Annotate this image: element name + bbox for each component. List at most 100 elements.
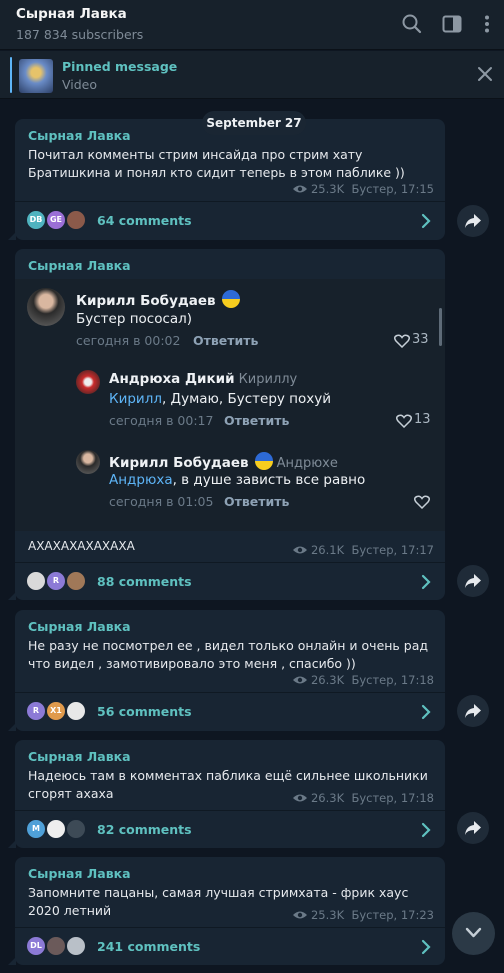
comments-button[interactable]: M 82 comments bbox=[15, 811, 445, 849]
channel-post: Сырная Лавка Запомните пацаны, самая луч… bbox=[8, 857, 445, 966]
comment-author[interactable]: Кирилл Бобудаев Андрюхе bbox=[109, 452, 338, 471]
views-count: 26.3K bbox=[310, 673, 345, 687]
like-count: 33 bbox=[412, 332, 429, 347]
comment-avatar[interactable] bbox=[76, 450, 100, 474]
heart-icon[interactable] bbox=[394, 334, 410, 348]
mention-link[interactable]: Кирилл bbox=[109, 391, 162, 407]
commenter-avatar bbox=[45, 935, 67, 957]
chat-header: Сырная Лавка 187 834 subscribers bbox=[0, 0, 504, 50]
commenter-avatar: R bbox=[25, 700, 47, 722]
comment-author[interactable]: Кирилл Бобудаев bbox=[76, 290, 240, 309]
embedded-comments: Кирилл Бобудаев Бустер пососал) сегодня … bbox=[15, 279, 445, 531]
search-icon[interactable] bbox=[401, 13, 423, 35]
post-meta: 26.1K Бустер, 17:17 bbox=[292, 543, 434, 557]
scroll-to-bottom-button[interactable] bbox=[452, 912, 495, 955]
commenter-avatar bbox=[65, 700, 87, 722]
share-button[interactable] bbox=[457, 565, 489, 597]
views-count: 26.3K bbox=[310, 791, 345, 805]
post-sender[interactable]: Сырная Лавка bbox=[28, 619, 131, 634]
comments-count: 88 comments bbox=[97, 574, 192, 589]
comment-author[interactable]: Андрюха Дикий Кириллу bbox=[109, 371, 297, 387]
commenter-avatar: R bbox=[45, 570, 67, 592]
reply-button[interactable]: Ответить bbox=[224, 494, 289, 509]
comments-count: 82 comments bbox=[97, 822, 192, 837]
chevron-right-icon bbox=[421, 939, 431, 955]
comments-button[interactable]: DB GE 64 comments bbox=[15, 202, 445, 240]
channel-title[interactable]: Сырная Лавка bbox=[16, 6, 127, 22]
comments-button[interactable]: R 88 comments bbox=[15, 563, 445, 601]
comment-avatar[interactable] bbox=[27, 288, 65, 326]
subscriber-count: 187 834 subscribers bbox=[16, 27, 144, 42]
commenter-avatar: M bbox=[25, 818, 47, 840]
more-vertical-icon[interactable] bbox=[476, 13, 498, 35]
ukraine-flag-icon bbox=[254, 452, 273, 470]
pinned-indicator bbox=[10, 57, 12, 93]
comments-count: 241 comments bbox=[97, 939, 201, 954]
share-button[interactable] bbox=[457, 812, 489, 844]
post-sender[interactable]: Сырная Лавка bbox=[28, 128, 131, 143]
pinned-subtitle: Video bbox=[62, 77, 98, 92]
ukraine-flag-icon bbox=[221, 290, 240, 308]
comments-button[interactable]: DL 241 comments bbox=[15, 928, 445, 966]
post-sender[interactable]: Сырная Лавка bbox=[28, 749, 131, 764]
date-separator: September 27 bbox=[202, 111, 306, 135]
chevron-down-icon bbox=[465, 927, 482, 938]
views-eye-icon bbox=[292, 911, 307, 919]
share-button[interactable] bbox=[457, 205, 489, 237]
comment-time: сегодня в 00:02 bbox=[76, 333, 181, 348]
chevron-right-icon bbox=[421, 574, 431, 590]
share-icon bbox=[465, 704, 481, 718]
post-meta: 25.3K Бустер, 17:23 bbox=[292, 908, 434, 922]
post-meta: 25.3K Бустер, 17:15 bbox=[292, 182, 434, 196]
views-count: 25.3K bbox=[310, 182, 345, 196]
reply-button[interactable]: Ответить bbox=[193, 333, 258, 348]
comments-button[interactable]: R X1 56 comments bbox=[15, 693, 445, 731]
share-icon bbox=[465, 821, 481, 835]
commenter-avatar: X1 bbox=[45, 700, 67, 722]
heart-icon[interactable] bbox=[414, 495, 430, 509]
comment-text: Бустер пососал) bbox=[76, 311, 193, 327]
comment-time: сегодня в 00:17 bbox=[109, 413, 214, 428]
commenter-avatar bbox=[45, 818, 67, 840]
comments-scrollbar[interactable] bbox=[439, 308, 442, 346]
sidebar-toggle-icon[interactable] bbox=[441, 13, 463, 35]
views-eye-icon bbox=[292, 794, 307, 802]
share-icon bbox=[465, 214, 481, 228]
post-author-time: Бустер, 17:18 bbox=[351, 673, 434, 687]
comment-avatar[interactable] bbox=[76, 370, 100, 394]
pinned-video-thumbnail bbox=[19, 59, 53, 93]
views-eye-icon bbox=[292, 185, 307, 193]
post-sender[interactable]: Сырная Лавка bbox=[28, 866, 131, 881]
post-meta: 26.3K Бустер, 17:18 bbox=[292, 791, 434, 805]
pinned-title: Pinned message bbox=[62, 59, 178, 74]
share-icon bbox=[465, 574, 481, 588]
post-sender[interactable]: Сырная Лавка bbox=[28, 258, 131, 273]
reply-button[interactable]: Ответить bbox=[224, 413, 289, 428]
channel-post: Сырная Лавка Почитал комменты стрим инса… bbox=[8, 119, 445, 240]
channel-post: Сырная Лавка Не разу не посмотрел ее , в… bbox=[8, 610, 445, 731]
reply-to: Кириллу bbox=[238, 372, 298, 387]
commenter-avatar: DL bbox=[25, 935, 47, 957]
chevron-right-icon bbox=[421, 704, 431, 720]
views-eye-icon bbox=[292, 676, 307, 684]
like-count: 13 bbox=[414, 412, 431, 427]
chevron-right-icon bbox=[421, 213, 431, 229]
channel-post: Сырная Лавка Надеюсь там в комментах паб… bbox=[8, 740, 445, 849]
post-author-time: Бустер, 17:15 bbox=[351, 182, 434, 196]
post-text: Не разу не посмотрел ее , видел только о… bbox=[28, 638, 429, 671]
mention-link[interactable]: Андрюха bbox=[109, 472, 173, 488]
reply-to: Андрюхе bbox=[276, 456, 338, 471]
heart-icon[interactable] bbox=[396, 414, 412, 428]
commenter-avatar bbox=[25, 570, 47, 592]
post-author-time: Бустер, 17:23 bbox=[351, 908, 434, 922]
comment-time: сегодня в 01:05 bbox=[109, 494, 214, 509]
post-meta: 26.3K Бустер, 17:18 bbox=[292, 673, 434, 687]
share-button[interactable] bbox=[457, 695, 489, 727]
commenter-avatar bbox=[65, 935, 87, 957]
comment-text: Кирилл, Думаю, Бустеру похуй bbox=[109, 391, 332, 407]
pinned-message-bar[interactable]: Pinned message Video bbox=[0, 51, 504, 99]
close-icon[interactable] bbox=[476, 65, 494, 83]
views-count: 26.1K bbox=[310, 543, 345, 557]
post-author-time: Бустер, 17:18 bbox=[351, 791, 434, 805]
commenter-avatar bbox=[65, 209, 87, 231]
